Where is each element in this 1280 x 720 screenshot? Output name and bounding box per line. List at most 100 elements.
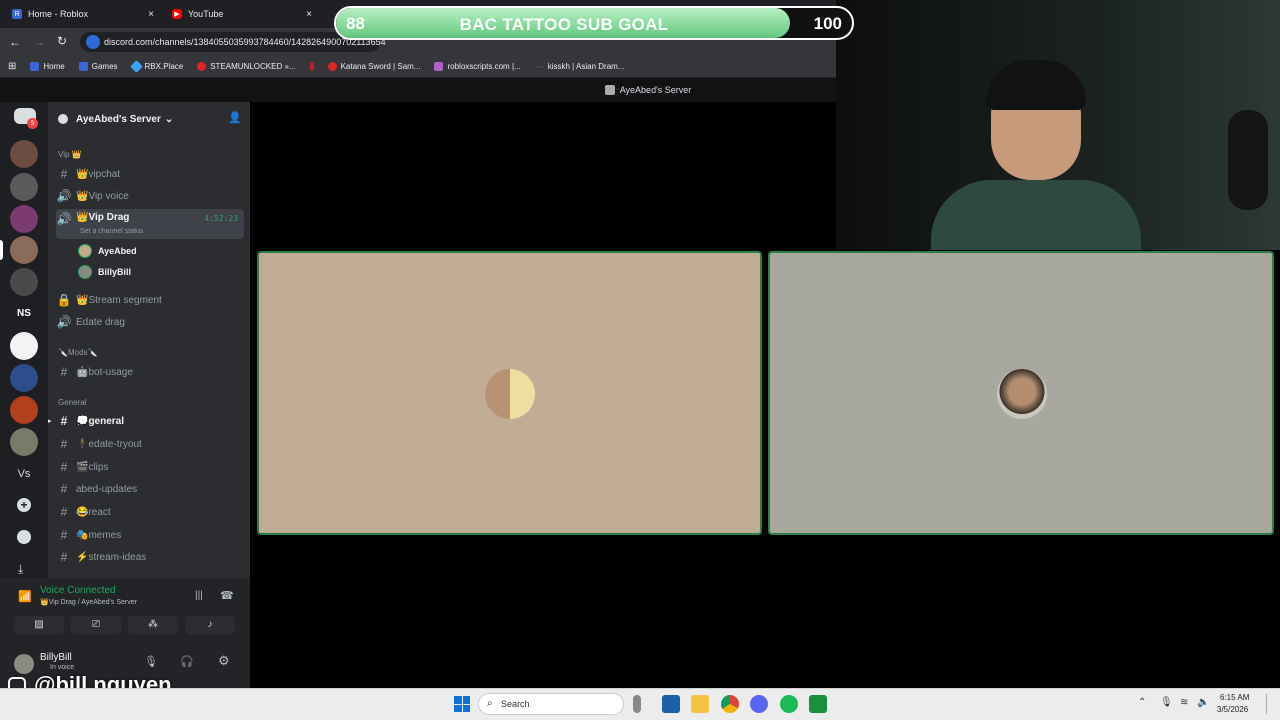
- file-explorer-icon[interactable]: [691, 695, 709, 713]
- server-name: AyeAbed's Server: [76, 113, 161, 125]
- channel-clips[interactable]: # 🎬clips: [56, 457, 244, 477]
- add-server-icon[interactable]: +: [17, 498, 31, 512]
- server-icon-2[interactable]: [10, 173, 38, 201]
- forward-icon[interactable]: →: [33, 35, 45, 49]
- channel-react[interactable]: # 😂react: [56, 502, 244, 522]
- tray-chevron-icon[interactable]: ⌃: [1138, 697, 1146, 708]
- channel-vipchat[interactable]: # 👑vipchat: [56, 164, 244, 184]
- avatar: [78, 244, 92, 258]
- close-tab-icon[interactable]: ×: [148, 9, 154, 20]
- unread-indicator: ▸: [48, 418, 52, 425]
- bookmark-blank[interactable]: [309, 62, 314, 71]
- clock-date[interactable]: 3/5/2026: [1217, 705, 1248, 714]
- youtube-icon: ▶: [172, 9, 182, 19]
- streamer-figure: [931, 60, 1141, 250]
- close-tab-icon[interactable]: ×: [306, 9, 312, 20]
- channel-stream-segment[interactable]: 🔒 👑Stream segment: [56, 290, 244, 310]
- server-icon-10[interactable]: [10, 428, 38, 456]
- channel-vip-drag[interactable]: 🔊 👑Vip Drag 4:52:23 Set a channel status: [56, 209, 244, 239]
- clock-time[interactable]: 6:15 AM: [1220, 693, 1249, 702]
- server-icon-vs[interactable]: Vs: [10, 460, 38, 488]
- channel-stream-ideas[interactable]: # ⚡stream-ideas: [56, 547, 244, 567]
- text-channel-icon: #: [60, 482, 68, 496]
- spotify-icon[interactable]: [780, 695, 798, 713]
- widgets-icon[interactable]: [662, 695, 680, 713]
- soundboard-button[interactable]: ♪: [185, 616, 235, 634]
- server-icon-ayeabed[interactable]: [10, 236, 38, 264]
- category-general[interactable]: General: [58, 398, 86, 407]
- channel-memes[interactable]: # 🎭memes: [56, 525, 244, 545]
- category-mods[interactable]: 🔪Mods🔪: [58, 348, 97, 357]
- wifi-icon[interactable]: ≋: [1180, 697, 1188, 708]
- speaker-active-icon: 🔊: [56, 212, 72, 226]
- server-icon-5[interactable]: [10, 268, 38, 296]
- app-icon[interactable]: [809, 695, 827, 713]
- server-icon-3[interactable]: [10, 205, 38, 233]
- back-icon[interactable]: ←: [9, 35, 21, 49]
- search-icon: ⌕: [487, 698, 493, 709]
- headphones-icon[interactable]: 🎧: [180, 655, 194, 668]
- voice-location[interactable]: 👑Vip Drag / AyeAbed's Server: [40, 598, 137, 606]
- bookmarks-bar: ⊞ Home Games RBX.Place STEAMUNLOCKED »..…: [0, 56, 836, 78]
- channel-vip-voice[interactable]: 🔊 👑Vip voice: [56, 186, 244, 206]
- settings-gear-icon[interactable]: ⚙: [218, 653, 230, 669]
- noise-suppression-icon[interactable]: |||: [195, 590, 203, 601]
- server-icon-9[interactable]: [10, 396, 38, 424]
- disconnect-icon[interactable]: ☎: [220, 589, 234, 602]
- text-channel-icon: #: [60, 528, 68, 542]
- video-tile-billybill[interactable]: [768, 251, 1274, 535]
- server-icon-8[interactable]: [10, 364, 38, 392]
- voice-status[interactable]: Voice Connected: [40, 585, 116, 596]
- bookmark-robloxscripts[interactable]: robloxscripts.com |...: [434, 62, 521, 71]
- microphone-icon[interactable]: 🎙: [144, 655, 158, 668]
- voice-member-billybill[interactable]: BillyBill: [78, 265, 131, 279]
- volume-icon[interactable]: 🔈: [1197, 697, 1209, 708]
- channel-bot-usage[interactable]: # 🤖bot-usage: [56, 362, 244, 382]
- browser-tab-youtube[interactable]: ▶ YouTube ×: [160, 4, 320, 24]
- tray-mic-icon[interactable]: 🎙: [1160, 697, 1173, 708]
- chrome-icon[interactable]: [721, 695, 739, 713]
- bookmark-games[interactable]: Games: [78, 62, 118, 71]
- speaker-icon: 🔊: [56, 189, 72, 203]
- voice-member-ayeabed[interactable]: AyeAbed: [78, 244, 137, 258]
- task-view-icon[interactable]: [633, 695, 641, 713]
- category-vip[interactable]: Vip 👑: [58, 150, 82, 159]
- apps-grid-icon[interactable]: ⊞: [8, 61, 16, 72]
- screen-share-button[interactable]: ⎚: [71, 616, 121, 634]
- speaker-icon: 🔊: [56, 315, 72, 329]
- channel-edate-drag[interactable]: 🔊 Edate drag: [56, 312, 244, 332]
- channel-abed-updates[interactable]: # abed-updates: [56, 479, 244, 499]
- user-avatar[interactable]: [14, 654, 34, 674]
- site-info-icon[interactable]: [86, 35, 100, 49]
- bookmark-steamunlocked[interactable]: STEAMUNLOCKED »...: [197, 62, 296, 71]
- video-tile-ayeabed[interactable]: [257, 251, 762, 535]
- server-header[interactable]: AyeAbed's Server ⌄: [58, 110, 218, 128]
- show-desktop[interactable]: [1266, 694, 1272, 714]
- channel-general[interactable]: # 💭general: [56, 411, 244, 431]
- explore-icon[interactable]: [17, 530, 31, 544]
- bookmark-kisskh[interactable]: kisskh | Asian Dram...: [534, 62, 624, 71]
- channel-edate-tryout[interactable]: # 🕴edate-tryout: [56, 434, 244, 454]
- url-field[interactable]: discord.com/channels/1384055035993784460…: [80, 32, 386, 52]
- roblox-icon: R: [12, 9, 22, 19]
- channel-status[interactable]: Set a channel status: [80, 228, 143, 235]
- taskbar-search[interactable]: ⌕ Search: [478, 693, 624, 715]
- reload-icon[interactable]: ↻: [57, 34, 67, 48]
- discord-taskbar-icon[interactable]: [750, 695, 768, 713]
- microphone-icon: [1228, 110, 1268, 210]
- bookmark-rbxplace[interactable]: RBX.Place: [129, 60, 183, 73]
- server-icon-1[interactable]: [10, 140, 38, 168]
- download-icon[interactable]: ⤓: [18, 562, 23, 577]
- windows-start-icon[interactable]: [454, 696, 470, 712]
- server-icon-ns[interactable]: NS: [10, 300, 38, 328]
- activities-button[interactable]: ⁂: [128, 616, 178, 634]
- server-icon-7[interactable]: [10, 332, 38, 360]
- discord-title-bar: AyeAbed's Server: [0, 78, 836, 102]
- camera-off-button[interactable]: ▨: [14, 616, 64, 634]
- invite-people-icon[interactable]: 👤: [228, 111, 242, 124]
- lock-icon: 🔒: [56, 293, 72, 307]
- bookmark-katana[interactable]: Katana Sword | Sam...: [327, 62, 420, 71]
- selected-server-indicator: [0, 240, 3, 260]
- bookmark-home[interactable]: Home: [30, 62, 65, 71]
- browser-tab-roblox[interactable]: R Home - Roblox ×: [0, 4, 162, 24]
